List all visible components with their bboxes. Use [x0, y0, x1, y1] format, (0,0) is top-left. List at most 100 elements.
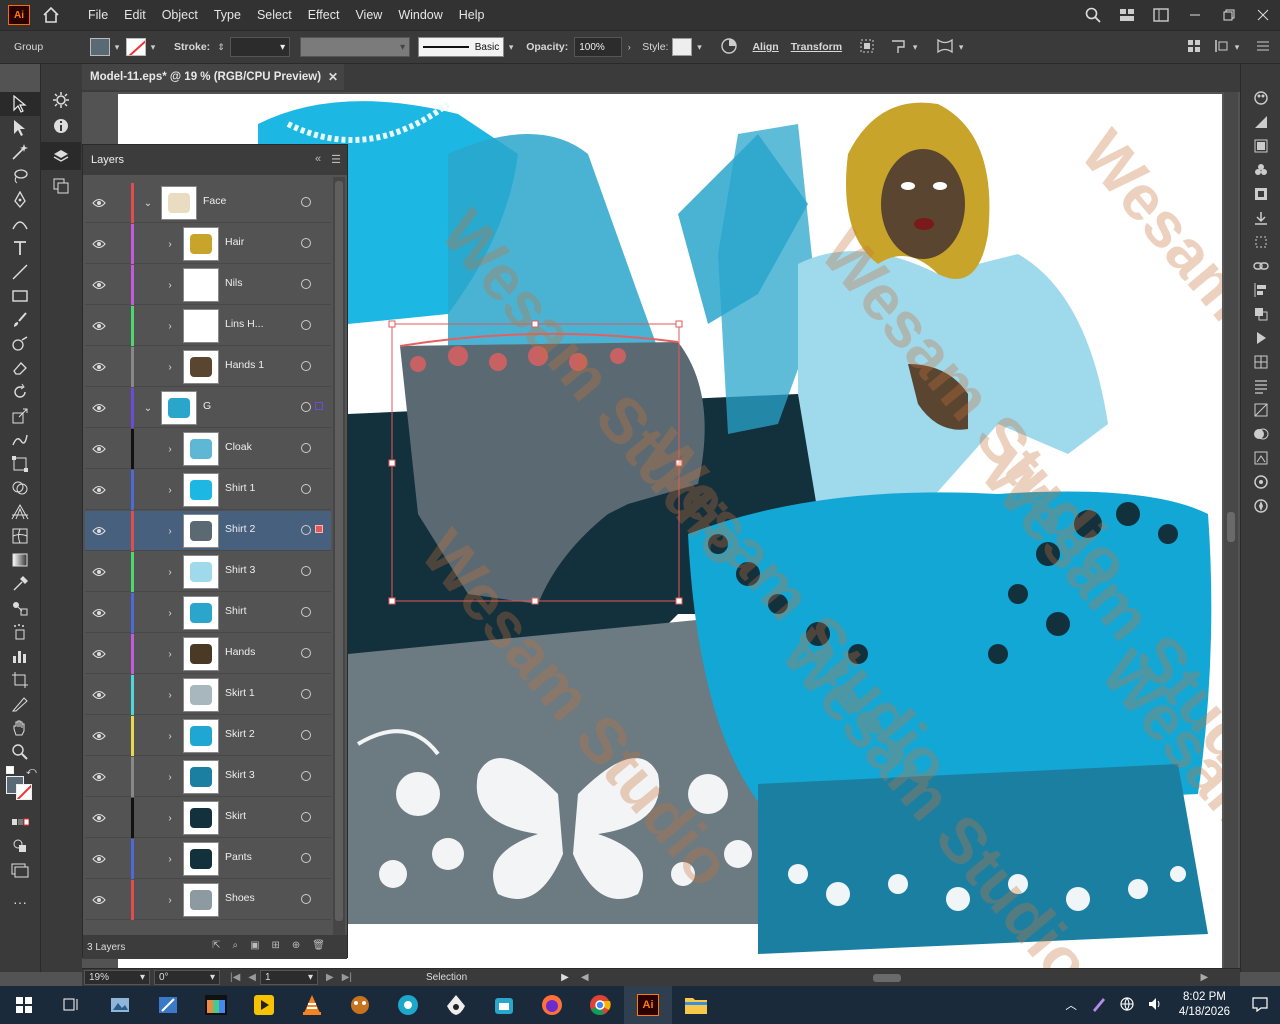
- expand-chevron-icon[interactable]: ›: [163, 810, 177, 826]
- links-panel-icon[interactable]: [1241, 254, 1280, 278]
- photos-app-icon[interactable]: [96, 986, 144, 1024]
- last-artboard-icon[interactable]: ▶|: [342, 972, 352, 983]
- asset-export-icon[interactable]: [1241, 206, 1280, 230]
- lasso-tool-icon[interactable]: [0, 164, 40, 188]
- target-circle-icon[interactable]: [301, 730, 311, 740]
- locate-object-icon[interactable]: ⌕: [232, 940, 238, 951]
- warp-dropdown-icon[interactable]: ▾: [908, 38, 922, 56]
- restore-window-icon[interactable]: [1220, 6, 1238, 24]
- column-graph-tool-icon[interactable]: [0, 644, 40, 668]
- envelope-dropdown-icon[interactable]: ▾: [954, 38, 968, 56]
- export-icon[interactable]: ⇱: [212, 940, 220, 951]
- stroke-color-box[interactable]: [16, 784, 32, 800]
- media-player-icon[interactable]: [240, 986, 288, 1024]
- expand-chevron-icon[interactable]: ›: [163, 728, 177, 744]
- visibility-eye-icon[interactable]: [91, 892, 107, 908]
- visibility-eye-icon[interactable]: [91, 605, 107, 621]
- menu-window[interactable]: Window: [390, 0, 450, 30]
- layer-name[interactable]: Lins H...: [225, 318, 264, 330]
- expand-chevron-icon[interactable]: ›: [163, 277, 177, 293]
- visibility-eye-icon[interactable]: [91, 851, 107, 867]
- menu-file[interactable]: File: [80, 0, 116, 30]
- new-layer-icon[interactable]: ⊕: [292, 940, 300, 951]
- layer-name[interactable]: G: [203, 400, 211, 412]
- layers-scrollbar[interactable]: [333, 177, 345, 937]
- fill-dropdown-icon[interactable]: ▾: [110, 38, 124, 56]
- pen-tool-icon[interactable]: [0, 188, 40, 212]
- layer-row[interactable]: ⌄ G: [85, 388, 331, 428]
- selection-tool-icon[interactable]: [0, 92, 40, 116]
- envelope-distort-icon[interactable]: [936, 37, 954, 58]
- layer-name[interactable]: Face: [203, 195, 226, 207]
- next-artboard-icon[interactable]: ▶: [326, 972, 334, 983]
- expand-chevron-icon[interactable]: ›: [163, 687, 177, 703]
- fill-stroke-widget[interactable]: ⤺: [0, 764, 40, 800]
- transparency-panel-icon[interactable]: [1241, 422, 1280, 446]
- shape-builder-tool-icon[interactable]: [0, 476, 40, 500]
- target-circle-icon[interactable]: [301, 361, 311, 371]
- rectangle-tool-icon[interactable]: [0, 284, 40, 308]
- type-tool-icon[interactable]: [0, 236, 40, 260]
- file-explorer-icon[interactable]: [672, 986, 720, 1024]
- inkscape-icon[interactable]: [432, 986, 480, 1024]
- menu-view[interactable]: View: [347, 0, 390, 30]
- windows-start-icon[interactable]: [0, 986, 48, 1024]
- stroke-weight-field[interactable]: ▾: [230, 37, 291, 57]
- selection-indicator-icon[interactable]: [315, 402, 323, 410]
- minimize-window-icon[interactable]: [1186, 6, 1204, 24]
- expand-chevron-icon[interactable]: ›: [163, 646, 177, 662]
- layer-name[interactable]: Shirt 2: [225, 523, 255, 535]
- expand-chevron-icon[interactable]: ›: [163, 236, 177, 252]
- visibility-eye-icon[interactable]: [91, 728, 107, 744]
- gradient-panel-icon[interactable]: [1241, 398, 1280, 422]
- graphic-styles-icon[interactable]: [1241, 182, 1280, 206]
- rotate-view-field[interactable]: 0° ▾: [154, 970, 220, 985]
- expand-chevron-icon[interactable]: ›: [163, 769, 177, 785]
- screen-mode-icon[interactable]: [0, 858, 40, 882]
- collapse-panel-icon[interactable]: «: [315, 153, 321, 166]
- target-circle-icon[interactable]: [301, 443, 311, 453]
- visibility-eye-icon[interactable]: [91, 646, 107, 662]
- visibility-eye-icon[interactable]: [91, 769, 107, 785]
- layer-row[interactable]: › Skirt 1: [85, 675, 331, 715]
- stroke-dropdown-icon[interactable]: ▾: [146, 38, 160, 56]
- menu-object[interactable]: Object: [154, 0, 206, 30]
- close-window-icon[interactable]: [1254, 6, 1272, 24]
- current-tool-status[interactable]: Selection: [426, 972, 467, 983]
- illustrator-taskbar-icon[interactable]: Ai: [624, 986, 672, 1024]
- visibility-eye-icon[interactable]: [91, 318, 107, 334]
- menu-type[interactable]: Type: [206, 0, 249, 30]
- target-circle-icon[interactable]: [301, 607, 311, 617]
- video-editor-icon[interactable]: [384, 986, 432, 1024]
- puppet-warp-icon[interactable]: [890, 37, 908, 58]
- previous-artboard-icon[interactable]: ◀: [248, 972, 256, 983]
- zoom-tool-icon[interactable]: [0, 740, 40, 764]
- menu-edit[interactable]: Edit: [116, 0, 154, 30]
- layer-row[interactable]: › Cloak: [85, 429, 331, 469]
- visibility-eye-icon[interactable]: [91, 400, 107, 416]
- magic-wand-tool-icon[interactable]: [0, 140, 40, 164]
- transform-panel-icon[interactable]: [1241, 230, 1280, 254]
- swap-colors-icon[interactable]: ⤺: [26, 766, 37, 777]
- free-transform-tool-icon[interactable]: [0, 452, 40, 476]
- symbols-panel-icon[interactable]: [1241, 158, 1280, 182]
- visibility-eye-icon[interactable]: [91, 687, 107, 703]
- rotate-tool-icon[interactable]: [0, 380, 40, 404]
- perspective-grid-tool-icon[interactable]: [0, 500, 40, 524]
- eraser-tool-icon[interactable]: [0, 356, 40, 380]
- target-circle-icon[interactable]: [301, 812, 311, 822]
- visibility-eye-icon[interactable]: [91, 359, 107, 375]
- pathfinder-panel-icon[interactable]: [1241, 302, 1280, 326]
- stroke-weight-stepper[interactable]: ⇕: [214, 38, 228, 56]
- target-circle-icon[interactable]: [301, 484, 311, 494]
- slice-tool-icon[interactable]: [0, 692, 40, 716]
- blend-tool-icon[interactable]: [0, 596, 40, 620]
- collapse-chevron-icon[interactable]: ⌄: [141, 195, 155, 211]
- scroll-left-icon[interactable]: ◀: [581, 972, 589, 983]
- target-circle-icon[interactable]: [301, 894, 311, 904]
- layer-name[interactable]: Cloak: [225, 441, 252, 453]
- visibility-eye-icon[interactable]: [91, 195, 107, 211]
- zoom-level-field[interactable]: 19% ▾: [84, 970, 150, 985]
- appearance-panel-icon[interactable]: [1241, 470, 1280, 494]
- expand-chevron-icon[interactable]: ›: [163, 564, 177, 580]
